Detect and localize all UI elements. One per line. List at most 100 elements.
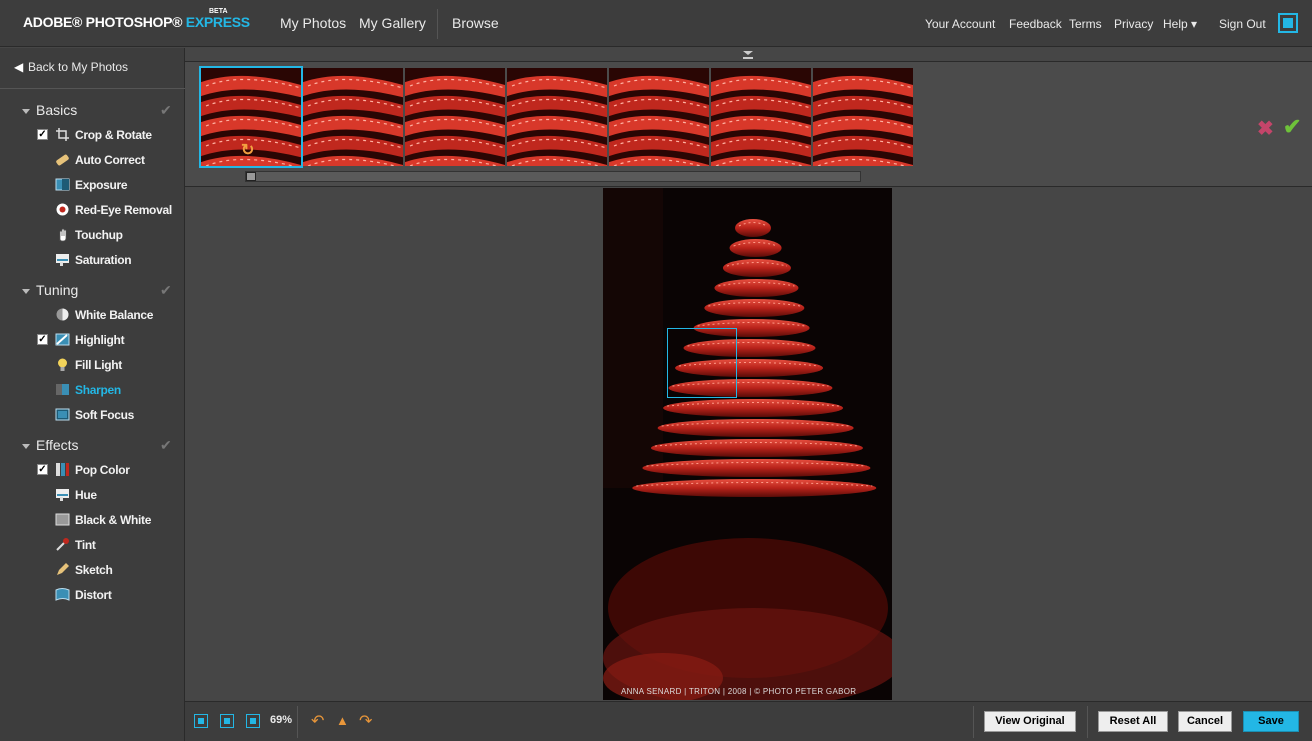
toolbar-divider <box>297 706 298 738</box>
tool-touchup[interactable]: Touchup <box>0 226 185 246</box>
variation-thumbnail[interactable] <box>507 68 607 166</box>
tool-label: Saturation <box>75 253 132 267</box>
variation-thumbnail[interactable]: ↻ <box>199 66 303 168</box>
beta-badge: BETA <box>209 8 228 15</box>
tool-label: Auto Correct <box>75 153 145 167</box>
tool-saturation[interactable]: Saturation <box>0 251 185 271</box>
nav-sign-out[interactable]: Sign Out <box>1219 17 1266 31</box>
crop-icon <box>56 128 69 141</box>
tool-label: Pop Color <box>75 463 130 477</box>
bandage-icon <box>56 154 69 166</box>
tool-label: Fill Light <box>75 358 122 372</box>
nav-browse[interactable]: Browse <box>452 15 499 31</box>
rotate-icon[interactable]: ↻ <box>241 140 254 160</box>
variation-thumbnail[interactable] <box>813 68 913 166</box>
sharpen-preview-selection[interactable] <box>667 328 737 398</box>
filmstrip-scrollbar[interactable] <box>245 171 861 182</box>
undo-icon[interactable]: ↶ <box>311 711 324 731</box>
variation-thumbnail[interactable] <box>303 68 403 166</box>
variation-filmstrip: ↻ ✖ ✔ <box>185 61 1312 187</box>
nav-your-account[interactable]: Your Account <box>925 17 995 31</box>
thumbnail-image <box>405 68 505 166</box>
confirm-check-icon[interactable]: ✔ <box>1283 114 1301 140</box>
tool-sharpen[interactable]: Sharpen <box>0 381 185 401</box>
tool-highlight[interactable]: ✓ Highlight <box>0 331 185 351</box>
logo-express: EXPRESS <box>185 14 250 30</box>
actual-size-icon[interactable] <box>194 714 208 728</box>
tool-crop-rotate[interactable]: ✓ Crop & Rotate <box>0 126 185 146</box>
tool-fill-light[interactable]: Fill Light <box>0 356 185 376</box>
nav-my-gallery[interactable]: My Gallery <box>359 15 426 31</box>
view-original-button[interactable]: View Original <box>984 711 1076 732</box>
section-done-check-icon: ✔ <box>160 437 172 453</box>
collapse-triangle-icon <box>22 288 30 294</box>
tool-label: Red-Eye Removal <box>75 203 172 217</box>
tool-black-white[interactable]: Black & White <box>0 511 185 531</box>
applied-checkbox[interactable]: ✓ <box>37 334 48 345</box>
tool-soft-focus[interactable]: Soft Focus <box>0 406 185 426</box>
nav-terms[interactable]: Terms <box>1069 17 1102 31</box>
section-done-check-icon: ✔ <box>160 282 172 298</box>
fit-screen-icon[interactable] <box>220 714 234 728</box>
section-title: Effects <box>36 437 79 453</box>
applied-checkbox[interactable]: ✓ <box>37 464 48 475</box>
tool-exposure[interactable]: Exposure <box>0 176 185 196</box>
nav-help[interactable]: Help ▾ <box>1163 17 1197 31</box>
tool-hue[interactable]: Hue <box>0 486 185 506</box>
exposure-icon <box>55 178 70 191</box>
variation-thumbnail[interactable] <box>711 68 811 166</box>
section-done-check-icon: ✔ <box>160 102 172 118</box>
lightbulb-icon <box>58 358 67 371</box>
coil-ring <box>632 479 877 497</box>
variation-thumbnail[interactable] <box>609 68 709 166</box>
collapse-filmstrip-icon[interactable] <box>742 50 754 60</box>
tool-distort[interactable]: Distort <box>0 586 185 606</box>
back-arrow-icon: ◀ <box>14 60 24 74</box>
toolbar-divider <box>973 706 974 738</box>
nav-divider <box>437 9 438 39</box>
applied-checkbox[interactable]: ✓ <box>37 129 48 140</box>
tool-sketch[interactable]: Sketch <box>0 561 185 581</box>
history-icon[interactable]: ▲ <box>336 713 349 728</box>
collapse-triangle-icon <box>22 443 30 449</box>
tool-pop-color[interactable]: ✓ Pop Color <box>0 461 185 481</box>
tool-label: Sharpen <box>75 383 121 397</box>
nav-privacy[interactable]: Privacy <box>1114 17 1153 31</box>
tool-tint[interactable]: Tint <box>0 536 185 556</box>
bottom-toolbar: 69% ↶ ▲ ↷ View Original Reset All Cancel… <box>185 701 1312 741</box>
zoom-icon[interactable] <box>246 714 260 728</box>
reset-all-button[interactable]: Reset All <box>1098 711 1168 732</box>
nav-feedback[interactable]: Feedback <box>1009 17 1062 31</box>
app-logo[interactable]: ADOBE® PHOTOSHOP® EXPRESS <box>23 14 250 30</box>
editing-canvas: ANNA SENARD | TRITON | 2008 | © PHOTO PE… <box>185 188 1312 700</box>
redo-icon[interactable]: ↷ <box>359 711 372 731</box>
tool-auto-correct[interactable]: Auto Correct <box>0 151 185 171</box>
tool-label: White Balance <box>75 308 154 322</box>
zoom-level: 69% <box>270 714 293 726</box>
cancel-x-icon[interactable]: ✖ <box>1257 116 1274 141</box>
filmstrip-scroll-thumb[interactable] <box>246 172 256 181</box>
red-eye-icon <box>56 203 69 216</box>
tool-label: Distort <box>75 588 112 602</box>
nav-my-photos[interactable]: My Photos <box>280 15 346 31</box>
fullscreen-icon[interactable] <box>1278 13 1298 33</box>
section-effects[interactable]: Effects <box>22 437 79 453</box>
variation-thumbnail[interactable] <box>405 68 505 166</box>
white-balance-icon <box>56 308 69 321</box>
thumbnail-image <box>711 68 811 166</box>
edited-photo[interactable]: ANNA SENARD | TRITON | 2008 | © PHOTO PE… <box>603 188 892 700</box>
photo-image <box>603 188 892 700</box>
highlight-icon <box>55 333 70 346</box>
save-button[interactable]: Save <box>1243 711 1299 732</box>
saturation-icon <box>56 254 69 266</box>
toolbar-divider <box>1087 706 1088 738</box>
tool-white-balance[interactable]: White Balance <box>0 306 185 326</box>
distort-icon <box>55 588 70 601</box>
section-basics[interactable]: Basics <box>22 102 77 118</box>
back-to-my-photos-link[interactable]: ◀ Back to My Photos <box>14 60 128 74</box>
tool-red-eye-removal[interactable]: Red-Eye Removal <box>0 201 185 221</box>
cancel-button[interactable]: Cancel <box>1178 711 1232 732</box>
black-white-icon <box>55 513 70 526</box>
collapse-triangle-icon <box>22 108 30 114</box>
section-tuning[interactable]: Tuning <box>22 282 78 298</box>
